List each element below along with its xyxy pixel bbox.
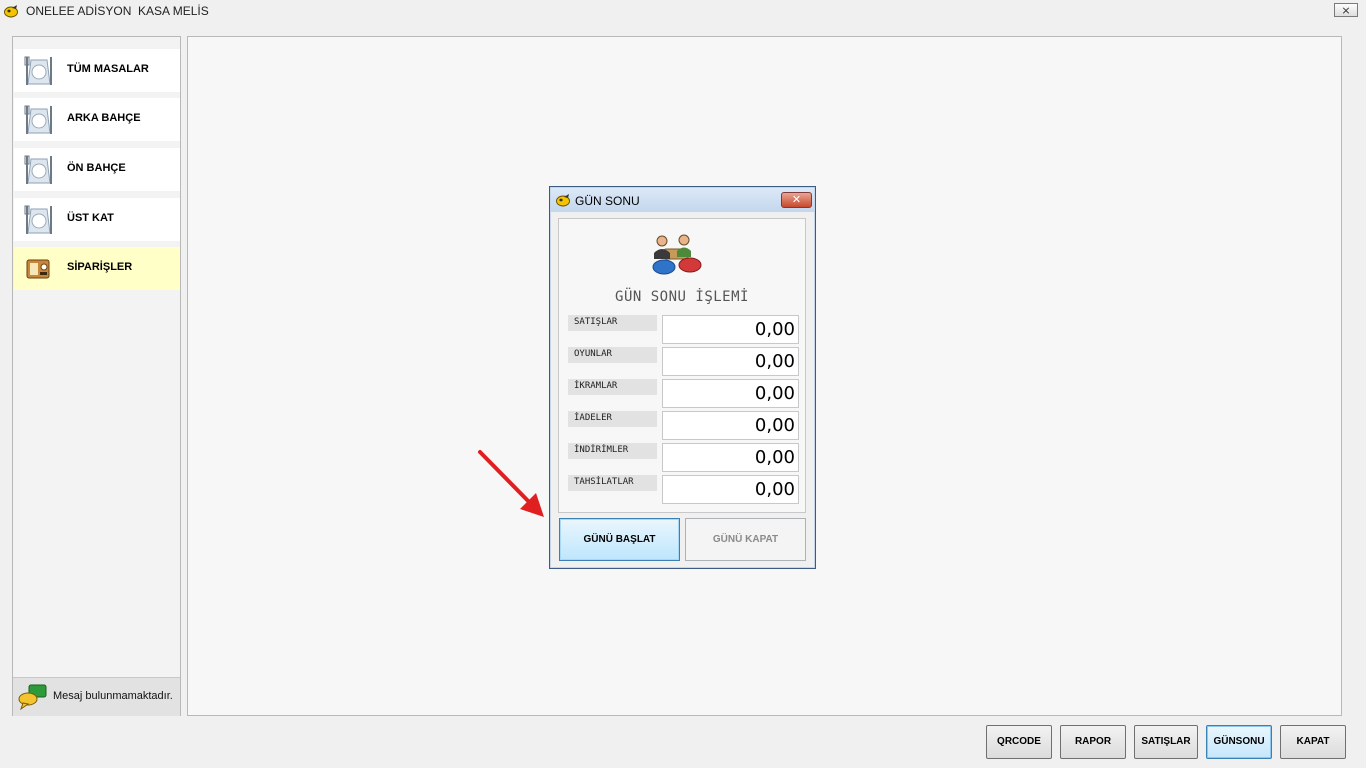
row-label-indirimler: İNDİRİMLER [568, 443, 657, 459]
rapor-button[interactable]: RAPOR [1060, 725, 1126, 759]
row-value-indirimler[interactable]: 0,00 [662, 443, 799, 472]
row-value-oyunlar[interactable]: 0,00 [662, 347, 799, 376]
row-value-tahsilatlar[interactable]: 0,00 [662, 475, 799, 504]
row-label-tahsilatlar: TAHSİLATLAR [568, 475, 657, 491]
title-bar: ONELEE ADİSYON KASA MELİS ⨯ [0, 0, 1366, 22]
people-meeting-icon [652, 234, 702, 275]
gun-sonu-dialog: GÜN SONU ✕ GÜN SONU İŞLEMİ SATIŞLAR 0,00… [549, 186, 816, 569]
sidebar-item-arka-bahce[interactable]: ARKA BAHÇE [14, 98, 180, 141]
close-day-button[interactable]: GÜNÜ KAPAT [685, 518, 806, 561]
message-text: Mesaj bulunmamaktadır. [53, 690, 173, 702]
qrcode-button[interactable]: QRCODE [986, 725, 1052, 759]
orders-icon [26, 259, 50, 279]
sidebar-item-siparisler[interactable]: SİPARİŞLER [14, 247, 180, 290]
dialog-title-bar[interactable]: GÜN SONU ✕ [551, 188, 814, 212]
sidebar: TÜM MASALAR ARKA BAHÇE ÖN BAHÇE ÜST KAT … [12, 36, 181, 716]
app-logo-icon [4, 5, 18, 18]
sidebar-item-label: ÜST KAT [67, 212, 114, 224]
row-label-iadeler: İADELER [568, 411, 657, 427]
satislar-button[interactable]: SATIŞLAR [1134, 725, 1198, 759]
sidebar-item-on-bahce[interactable]: ÖN BAHÇE [14, 148, 180, 191]
row-value-satislar[interactable]: 0,00 [662, 315, 799, 344]
sidebar-item-tum-masalar[interactable]: TÜM MASALAR [14, 49, 180, 92]
kapat-button[interactable]: KAPAT [1280, 725, 1346, 759]
window-close-button[interactable]: ⨯ [1334, 3, 1358, 17]
app-logo-icon [556, 194, 570, 207]
red-arrow-annotation [478, 450, 544, 517]
dialog-heading: GÜN SONU İŞLEMİ [615, 289, 749, 305]
table-setting-icon [24, 205, 52, 234]
dialog-panel: GÜN SONU İŞLEMİ SATIŞLAR 0,00 OYUNLAR 0,… [558, 218, 806, 513]
dialog-close-button[interactable]: ✕ [781, 192, 812, 208]
row-value-iadeler[interactable]: 0,00 [662, 411, 799, 440]
table-setting-icon [24, 56, 52, 85]
row-label-ikramlar: İKRAMLAR [568, 379, 657, 395]
window-title: ONELEE ADİSYON KASA MELİS [26, 4, 209, 18]
table-setting-icon [24, 105, 52, 134]
sidebar-item-label: TÜM MASALAR [67, 63, 149, 75]
table-setting-icon [24, 155, 52, 184]
sidebar-item-ust-kat[interactable]: ÜST KAT [14, 198, 180, 241]
row-label-satislar: SATIŞLAR [568, 315, 657, 331]
row-label-oyunlar: OYUNLAR [568, 347, 657, 363]
message-bar: Mesaj bulunmamaktadır. [13, 677, 180, 716]
sidebar-item-label: SİPARİŞLER [67, 261, 133, 273]
sidebar-item-label: ÖN BAHÇE [67, 162, 126, 174]
dialog-title: GÜN SONU [575, 194, 640, 208]
chat-bubbles-icon [18, 684, 47, 711]
row-value-ikramlar[interactable]: 0,00 [662, 379, 799, 408]
start-day-button[interactable]: GÜNÜ BAŞLAT [559, 518, 680, 561]
gunsonu-button[interactable]: GÜNSONU [1206, 725, 1272, 759]
sidebar-item-label: ARKA BAHÇE [67, 112, 141, 124]
